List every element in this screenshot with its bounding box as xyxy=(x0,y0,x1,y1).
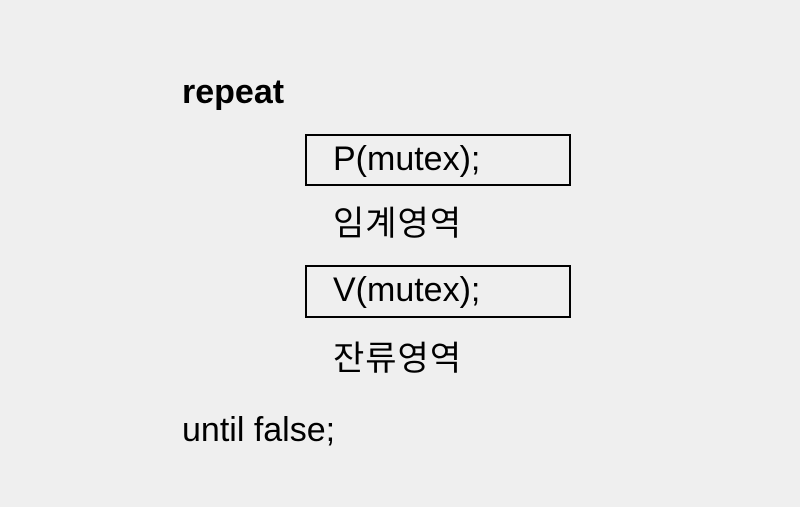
v-operation-text: V(mutex); xyxy=(333,271,481,309)
remainder-section-label: 잔류영역 xyxy=(333,339,463,379)
v-operation-box: V(mutex); xyxy=(305,265,571,318)
repeat-keyword: repeat xyxy=(182,73,285,111)
critical-section-label: 임계영역 xyxy=(333,204,463,244)
until-false-line: until false; xyxy=(182,411,336,449)
p-operation-text: P(mutex); xyxy=(333,140,481,178)
pseudocode-diagram: { "code": { "repeat_keyword": "repeat", … xyxy=(0,0,800,507)
p-operation-box: P(mutex); xyxy=(305,134,571,186)
